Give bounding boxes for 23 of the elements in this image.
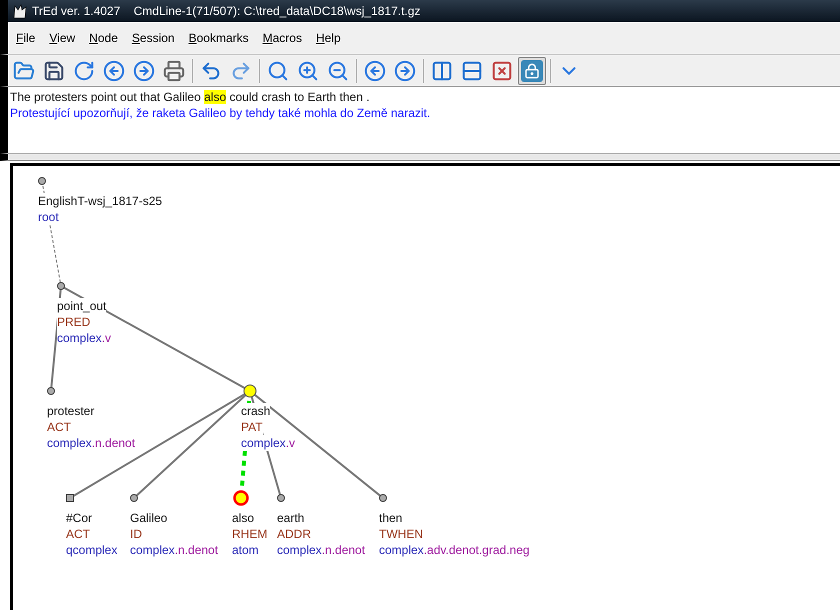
- node-type: complex.n.denot: [130, 542, 218, 558]
- node-word: EnglishT-wsj_1817-s25: [38, 193, 162, 209]
- translation-text: Protestující upozorňují, že raketa Galileo by tehdy také mohla do Země narazit.: [10, 105, 432, 121]
- menu-item[interactable]: View: [47, 29, 78, 47]
- node-type: complex.n.denot: [277, 542, 366, 558]
- node-type: complex.n.denot: [47, 435, 136, 451]
- menu-item[interactable]: Help: [314, 29, 343, 47]
- node-word: point_out: [57, 298, 106, 314]
- menu-item[interactable]: Macros: [260, 29, 304, 47]
- node-type: complex.v: [57, 330, 112, 346]
- node-type: complex.adv.denot.grad.neg: [379, 542, 530, 558]
- node-type: qcomplex: [66, 542, 118, 558]
- node-type: root: [38, 209, 59, 225]
- menu-item[interactable]: File: [14, 29, 38, 47]
- node-functor: PAT: [241, 419, 263, 435]
- window-title: TrEd ver. 1.4027 CmdLine-1(71/507): C:\tred_data\DC18\wsj_1817.t.gz: [32, 3, 420, 20]
- menu-item[interactable]: Session: [130, 29, 177, 47]
- node-type: complex.v: [241, 435, 296, 451]
- menu-item[interactable]: Node: [87, 29, 120, 47]
- sentence-text: The protesters point out that Galileo also could crash to Earth then .: [10, 89, 371, 105]
- node-word: crash: [241, 403, 270, 419]
- node-functor: PRED: [57, 314, 90, 330]
- menu-item[interactable]: Bookmarks: [186, 29, 251, 47]
